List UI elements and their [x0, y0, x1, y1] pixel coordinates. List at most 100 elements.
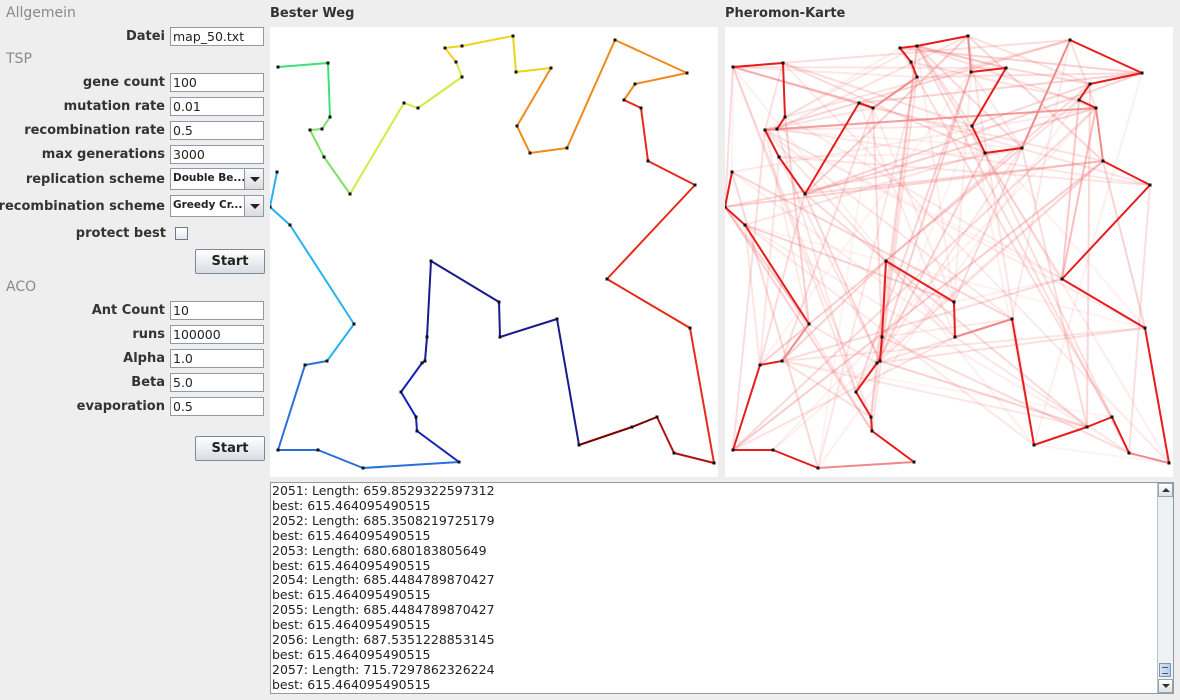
tour-edge: [606, 278, 691, 329]
city-node: [555, 317, 559, 321]
city-node: [322, 155, 326, 159]
best-path-canvas: [268, 34, 716, 470]
tour-edge: [566, 39, 616, 149]
beta-label: Beta: [131, 375, 165, 390]
city-node: [423, 359, 427, 363]
gene-count-label: gene count: [82, 75, 165, 90]
chevron-down-icon[interactable]: [244, 169, 263, 189]
alpha-label: Alpha: [123, 351, 165, 366]
max-generations-input[interactable]: [170, 145, 264, 164]
replication-scheme-select[interactable]: Double Be...: [170, 168, 264, 190]
city-node: [983, 151, 987, 155]
tour-edge: [349, 102, 405, 195]
pheromone-strong-edge: [764, 128, 778, 131]
beta-input[interactable]: [170, 373, 264, 392]
city-node: [460, 75, 464, 79]
file-input[interactable]: [170, 27, 264, 46]
evaporation-label: evaporation: [76, 399, 165, 414]
city-node: [807, 322, 811, 326]
best-path-title: Bester Weg: [270, 6, 355, 21]
tour-edge: [515, 67, 552, 73]
pheromone-strong-edge: [871, 430, 915, 463]
city-node: [348, 192, 352, 196]
runs-input[interactable]: [170, 325, 264, 344]
tour-edge: [323, 156, 351, 195]
city-node: [425, 335, 429, 339]
file-label: Datei: [125, 29, 165, 44]
section-tsp: TSP: [6, 51, 32, 67]
city-node: [870, 429, 874, 433]
city-node: [326, 61, 330, 65]
city-node: [497, 300, 501, 304]
scroll-up-icon[interactable]: [1158, 483, 1173, 497]
tour-edge: [529, 147, 568, 154]
tour-edge: [417, 76, 463, 109]
tour-edge: [277, 364, 306, 451]
max-generations-label: max generations: [41, 147, 165, 162]
city-node: [898, 46, 902, 50]
tour-edge: [424, 336, 428, 362]
city-node: [953, 335, 957, 339]
tour-edge: [614, 39, 688, 74]
tour-edge: [327, 62, 331, 118]
city-node: [325, 359, 329, 363]
section-aco: ACO: [6, 279, 37, 295]
tour-edge: [499, 318, 558, 338]
tour-edge: [444, 45, 463, 49]
city-node: [399, 390, 403, 394]
city-node: [854, 390, 858, 394]
log-scrollbar[interactable]: [1157, 483, 1173, 693]
city-node: [420, 361, 424, 365]
city-node: [781, 61, 785, 65]
city-node: [633, 82, 637, 86]
protect-best-checkbox[interactable]: [175, 227, 188, 240]
alpha-input[interactable]: [170, 349, 264, 368]
pheromone-strong-edge: [953, 301, 956, 338]
recombination-rate-input[interactable]: [170, 121, 264, 140]
city-node: [816, 466, 820, 470]
mutation-rate-input[interactable]: [170, 97, 264, 116]
pheromone-edge: [1033, 444, 1170, 464]
tour-edge: [647, 160, 696, 186]
tour-edge: [415, 416, 418, 432]
city-node: [415, 429, 419, 433]
city-node: [414, 415, 418, 419]
city-node: [693, 183, 697, 187]
tour-edge: [277, 62, 329, 68]
city-node: [730, 170, 734, 174]
pheromone-edge: [732, 66, 1007, 69]
recombination-scheme-select[interactable]: Greedy Cr...: [170, 195, 264, 217]
city-node: [731, 65, 735, 69]
evaporation-input[interactable]: [170, 397, 264, 416]
city-node: [1127, 451, 1131, 455]
tour-edge: [656, 416, 675, 454]
city-node: [622, 98, 626, 102]
city-node: [915, 44, 919, 48]
tour-edge: [461, 35, 514, 47]
city-node: [443, 46, 447, 50]
city-node: [528, 151, 532, 155]
city-node: [869, 415, 873, 419]
log-output[interactable]: 2051: Length: 659.8529322597312 best: 61…: [270, 482, 1174, 694]
city-node: [1088, 82, 1092, 86]
pheromone-edge: [881, 336, 1130, 454]
gene-count-input[interactable]: [170, 73, 264, 92]
chevron-down-icon[interactable]: [244, 196, 263, 216]
city-node: [743, 223, 747, 227]
city-node: [646, 159, 650, 163]
city-node: [912, 460, 916, 464]
aco-start-button[interactable]: Start: [195, 436, 265, 461]
city-node: [775, 127, 779, 131]
tour-edge: [430, 260, 500, 303]
scroll-thumb[interactable]: [1159, 663, 1171, 677]
city-node: [777, 155, 781, 159]
ant-count-input[interactable]: [170, 301, 264, 320]
city-node: [1167, 461, 1171, 465]
tour-edge: [400, 362, 423, 393]
city-node: [549, 66, 553, 70]
scroll-down-icon[interactable]: [1158, 679, 1173, 693]
city-node: [952, 300, 956, 304]
best-path-panel: [268, 27, 718, 477]
city-node: [969, 70, 973, 74]
tsp-start-button[interactable]: Start: [195, 249, 265, 274]
